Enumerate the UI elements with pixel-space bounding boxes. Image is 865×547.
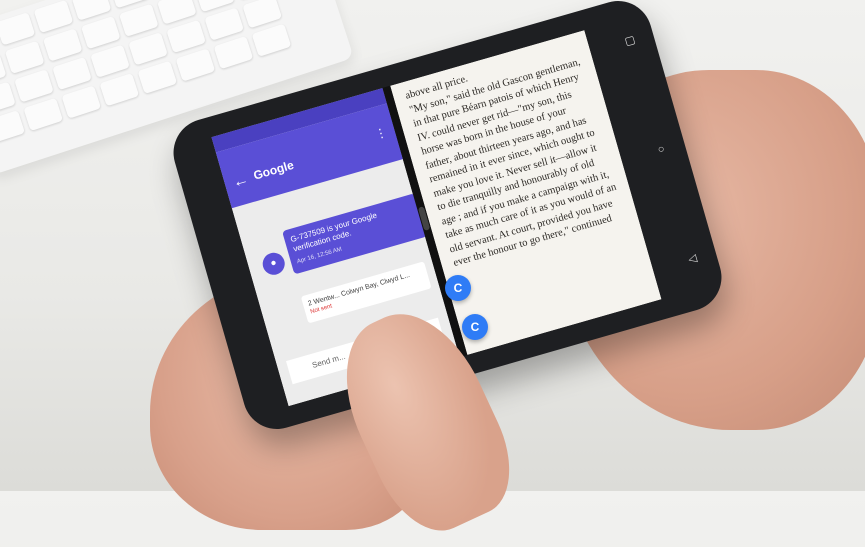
message-bubble[interactable]: G-737509 is your Google verification cod…	[282, 193, 428, 275]
back-arrow-icon[interactable]: ←	[231, 171, 251, 193]
recents-icon[interactable]: ▢	[623, 33, 636, 48]
fab-button-2[interactable]: C	[462, 314, 488, 340]
avatar-icon: ●	[260, 250, 288, 278]
address-message[interactable]: 2 Wentw... Colwyn Bay, Clwyd L... Not se…	[300, 261, 432, 324]
home-icon[interactable]: ○	[656, 143, 666, 156]
conversation-title: Google	[251, 157, 296, 183]
back-icon[interactable]: ◁	[687, 251, 698, 266]
fab-button-1[interactable]: C	[445, 275, 471, 301]
more-options-icon[interactable]: ⋮	[373, 125, 388, 142]
